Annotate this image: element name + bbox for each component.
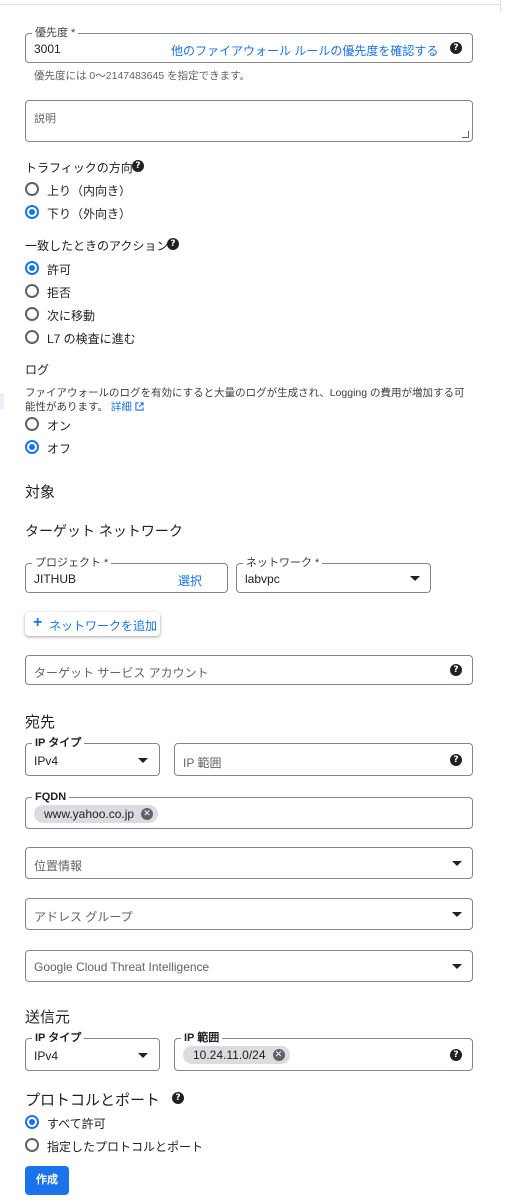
traffic-direction-heading: トラフィックの方向 bbox=[25, 161, 133, 175]
source-ip-range-label: IP 範囲 bbox=[181, 1031, 223, 1045]
details-link[interactable]: 詳細 bbox=[111, 401, 132, 413]
radio-egress-label: 下り（外向き） bbox=[47, 207, 132, 221]
radio-l7-inspection-label: L7 の検査に進む bbox=[47, 332, 136, 346]
radio-logs-off-label: オフ bbox=[47, 442, 72, 456]
add-network-button[interactable]: + ネットワークを追加 bbox=[25, 612, 160, 636]
network-value: labvpc bbox=[245, 572, 280, 586]
priority-hint: 優先度には 0〜2147483645 を指定できます。 bbox=[34, 70, 251, 82]
fqdn-label: FQDN bbox=[32, 790, 70, 804]
radio-allow-all[interactable] bbox=[25, 1115, 39, 1129]
address-group-placeholder: アドレス グループ bbox=[34, 910, 133, 924]
address-group-select[interactable]: アドレス グループ bbox=[25, 898, 473, 930]
chevron-down-icon bbox=[138, 758, 148, 763]
help-icon[interactable]: ? bbox=[450, 1049, 462, 1061]
help-icon[interactable]: ? bbox=[450, 42, 462, 54]
destination-heading: 宛先 bbox=[25, 714, 56, 731]
destination-ip-range-field[interactable]: IP 範囲 ? bbox=[174, 743, 473, 776]
chevron-down-icon bbox=[452, 861, 462, 866]
priority-field[interactable]: 優先度 * 3001 他のファイアウォール ルールの優先度を確認する ? bbox=[25, 26, 473, 63]
radio-ingress-label: 上り（内向き） bbox=[47, 184, 132, 198]
source-ip-type-label: IP タイプ bbox=[32, 1031, 85, 1045]
radio-deny-label: 拒否 bbox=[47, 286, 72, 300]
logs-description-line2: 能性があります。 bbox=[25, 401, 108, 413]
external-link-icon[interactable] bbox=[135, 402, 144, 411]
radio-goto-next-label: 次に移動 bbox=[47, 309, 96, 323]
radio-logs-on[interactable] bbox=[25, 417, 39, 431]
network-select[interactable]: ネットワーク * labvpc bbox=[236, 556, 431, 593]
target-service-account-field[interactable]: ターゲット サービス アカウント ? bbox=[25, 655, 473, 685]
destination-ip-type-select[interactable]: IP タイプ IPv4 bbox=[25, 736, 160, 776]
radio-ingress[interactable] bbox=[25, 182, 39, 196]
source-ip-type-value: IPv4 bbox=[34, 1049, 59, 1063]
select-project-link[interactable]: 選択 bbox=[178, 572, 202, 589]
chip-remove-icon[interactable]: ✕ bbox=[141, 808, 154, 820]
radio-deny[interactable] bbox=[25, 284, 39, 298]
source-ip-type-select[interactable]: IP タイプ IPv4 bbox=[25, 1031, 160, 1071]
source-ip-range-chip-label: 10.24.11.0/24 bbox=[193, 1048, 266, 1062]
priority-value[interactable]: 3001 bbox=[34, 42, 61, 56]
check-priority-link[interactable]: 他のファイアウォール ルールの優先度を確認する bbox=[171, 42, 438, 59]
create-button[interactable]: 作成 bbox=[25, 1166, 69, 1195]
fqdn-chip-label: www.yahoo.co.jp bbox=[44, 807, 135, 821]
radio-allow[interactable] bbox=[25, 261, 39, 275]
radio-goto-next[interactable] bbox=[25, 307, 39, 321]
fqdn-field[interactable]: FQDN www.yahoo.co.jp ✕ bbox=[25, 790, 473, 829]
top-divider bbox=[0, 0, 500, 5]
radio-allow-label: 許可 bbox=[47, 263, 72, 277]
geolocation-select[interactable]: 位置情報 bbox=[25, 847, 473, 879]
logs-description: ファイアウォールのログを有効にすると大量のログが生成され、Logging の費用… bbox=[25, 386, 495, 414]
left-edge-marker bbox=[0, 393, 4, 409]
priority-label: 優先度 * bbox=[32, 26, 79, 40]
geolocation-placeholder: 位置情報 bbox=[34, 859, 83, 873]
radio-logs-off[interactable] bbox=[25, 440, 39, 454]
help-icon[interactable]: ? bbox=[450, 664, 462, 676]
destination-ip-type-value: IPv4 bbox=[34, 754, 59, 768]
logs-heading: ログ bbox=[25, 363, 50, 377]
project-field[interactable]: プロジェクト * JITHUB 選択 bbox=[25, 556, 228, 593]
radio-egress[interactable] bbox=[25, 205, 39, 219]
add-network-label: ネットワークを追加 bbox=[49, 619, 158, 633]
chevron-down-icon bbox=[452, 964, 462, 969]
project-value: JITHUB bbox=[34, 572, 76, 586]
source-ip-range-field[interactable]: IP 範囲 10.24.11.0/24 ✕ ? bbox=[174, 1031, 473, 1071]
right-divider bbox=[500, 0, 501, 12]
protocols-heading: プロトコルとポート bbox=[25, 1092, 161, 1109]
radio-l7-inspection[interactable] bbox=[25, 330, 39, 344]
help-icon[interactable]: ? bbox=[167, 238, 179, 250]
target-network-heading: ターゲット ネットワーク bbox=[25, 523, 183, 539]
chevron-down-icon bbox=[138, 1053, 148, 1058]
description-placeholder: 説明 bbox=[34, 113, 56, 125]
plus-icon: + bbox=[33, 614, 43, 631]
threat-intelligence-placeholder: Google Cloud Threat Intelligence bbox=[34, 960, 210, 974]
project-label: プロジェクト * bbox=[32, 556, 112, 570]
description-field[interactable]: 説明 bbox=[25, 100, 473, 142]
radio-logs-on-label: オン bbox=[47, 419, 72, 433]
radio-specified-protocols[interactable] bbox=[25, 1138, 39, 1152]
help-icon[interactable]: ? bbox=[132, 160, 144, 172]
source-ip-range-chip[interactable]: 10.24.11.0/24 ✕ bbox=[183, 1046, 290, 1064]
source-heading: 送信元 bbox=[25, 1009, 71, 1026]
help-icon[interactable]: ? bbox=[450, 754, 462, 766]
destination-ip-range-placeholder: IP 範囲 bbox=[183, 756, 222, 770]
chip-remove-icon[interactable]: ✕ bbox=[272, 1049, 285, 1061]
network-label: ネットワーク * bbox=[243, 556, 323, 570]
help-icon[interactable]: ? bbox=[172, 1092, 184, 1104]
chevron-down-icon bbox=[452, 912, 462, 917]
target-service-account-placeholder: ターゲット サービス アカウント bbox=[34, 666, 209, 680]
destination-ip-type-label: IP タイプ bbox=[32, 736, 85, 750]
fqdn-chip[interactable]: www.yahoo.co.jp ✕ bbox=[34, 805, 159, 823]
chevron-down-icon bbox=[410, 576, 420, 581]
threat-intelligence-select[interactable]: Google Cloud Threat Intelligence bbox=[25, 950, 473, 982]
action-heading: 一致したときのアクション bbox=[25, 239, 169, 253]
radio-allow-all-label: すべて許可 bbox=[47, 1117, 106, 1131]
resize-handle-icon[interactable] bbox=[462, 131, 469, 138]
targets-heading: 対象 bbox=[25, 484, 56, 501]
logs-description-line1: ファイアウォールのログを有効にすると大量のログが生成され、Logging の費用… bbox=[25, 387, 465, 399]
radio-specified-protocols-label: 指定したプロトコルとポート bbox=[47, 1140, 204, 1154]
